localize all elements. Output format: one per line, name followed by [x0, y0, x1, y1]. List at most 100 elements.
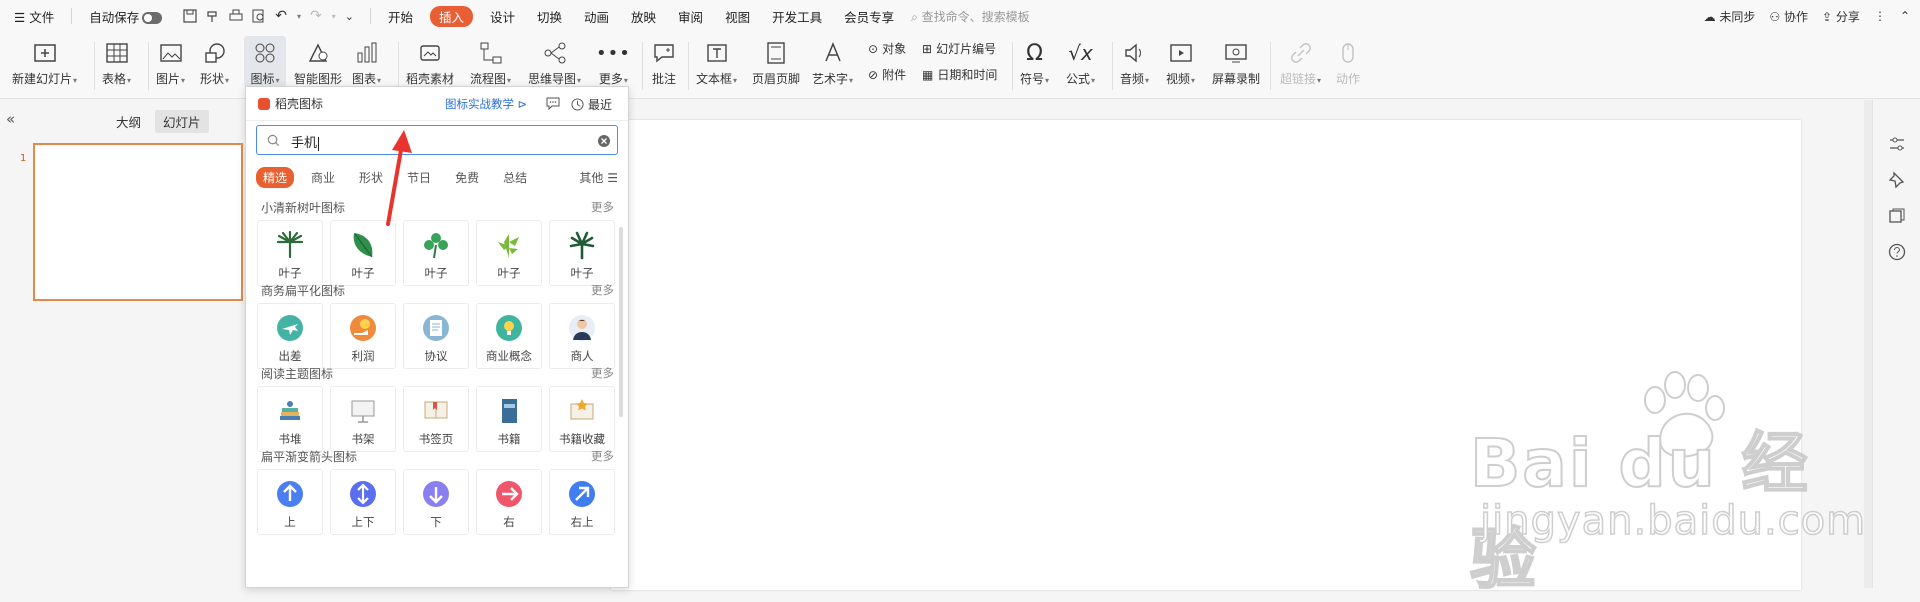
object-button[interactable]: ⊙ 对象 — [868, 40, 906, 57]
more-link[interactable]: 更多 — [591, 199, 614, 215]
icon-tile[interactable]: 书籍收藏 — [549, 386, 615, 452]
daoke-material-button[interactable]: 稻壳素材 — [406, 36, 454, 87]
icon-tile[interactable]: 书签页 — [403, 386, 469, 452]
tab-developer[interactable]: 开发工具 — [761, 7, 833, 26]
undo-icon[interactable]: ↶ — [275, 8, 287, 24]
tab-slideshow[interactable]: 放映 — [620, 7, 667, 26]
save-icon[interactable] — [183, 9, 197, 23]
icon-tile[interactable]: 书架 — [330, 386, 396, 452]
icon-tile[interactable]: 叶子 — [257, 220, 323, 286]
icon-tile[interactable]: 利润 — [330, 303, 396, 369]
print-preview-icon[interactable] — [252, 9, 266, 23]
icon-tile[interactable]: 叶子 — [330, 220, 396, 286]
icon-tile[interactable]: 协议 — [403, 303, 469, 369]
chevron-down-icon[interactable]: ▾ — [297, 12, 301, 21]
new-slide-button[interactable]: 新建幻灯片▾ — [12, 36, 77, 87]
picture-button[interactable]: 图片▾ — [156, 36, 185, 87]
command-search[interactable]: ⌕ 查找命令、搜索模板 — [911, 8, 1030, 25]
clover-icon — [420, 229, 452, 261]
smart-graphic-button[interactable]: 智能图形 — [294, 36, 342, 87]
icon-tile[interactable]: 叶子 — [403, 220, 469, 286]
collapse-ribbon-icon[interactable]: ⌃ — [1900, 9, 1910, 23]
icon-search-input[interactable]: 手机 — [256, 125, 618, 155]
panel-scrollbar[interactable] — [619, 227, 623, 417]
feedback-icon[interactable] — [546, 96, 560, 113]
pin-icon[interactable] — [1887, 170, 1907, 190]
canvas-scrollbar[interactable] — [1864, 100, 1872, 588]
sync-status[interactable]: ☁ 未同步 — [1704, 8, 1756, 25]
more-link[interactable]: 更多 — [591, 282, 614, 298]
textbox-button[interactable]: 文本框▾ — [696, 36, 737, 87]
tab-animation[interactable]: 动画 — [573, 7, 620, 26]
customize-chevron-icon[interactable]: ⌄ — [345, 10, 354, 23]
flowchart-button[interactable]: 流程图▾ — [470, 36, 511, 87]
date-time-button[interactable]: ▦ 日期和时间 — [922, 66, 997, 83]
attachment-button[interactable]: ⊘ 附件 — [868, 66, 906, 83]
tab-member[interactable]: 会员专享 — [833, 7, 905, 26]
icon-tile[interactable]: 下 — [403, 469, 469, 535]
collaborate-button[interactable]: ⚇ 协作 — [1769, 8, 1808, 25]
icon-tile[interactable]: 上 — [257, 469, 323, 535]
icon-tile[interactable]: 商业概念 — [476, 303, 542, 369]
tutorial-link[interactable]: 图标实战教学 ⊳ — [445, 96, 527, 112]
wordart-button[interactable]: 艺术字▾ — [812, 36, 853, 87]
icon-tile[interactable]: 上下 — [330, 469, 396, 535]
filter-featured[interactable]: 精选 — [256, 167, 295, 188]
help-icon[interactable] — [1887, 242, 1907, 262]
more-options-icon[interactable]: ⋮ — [1874, 9, 1886, 23]
more-link[interactable]: 更多 — [591, 365, 614, 381]
icon-tile[interactable]: 叶子 — [476, 220, 542, 286]
icon-tile[interactable]: 书籍 — [476, 386, 542, 452]
more-link[interactable]: 更多 — [591, 448, 614, 464]
tab-design[interactable]: 设计 — [479, 7, 526, 26]
shape-button[interactable]: 形状▾ — [200, 36, 229, 87]
copy-icon[interactable] — [1887, 206, 1907, 226]
table-button[interactable]: 表格▾ — [102, 36, 131, 87]
recent-button[interactable]: 最近 — [571, 96, 612, 113]
chart-button[interactable]: 图表▾ — [352, 36, 381, 87]
filter-summary[interactable]: 总结 — [496, 167, 534, 188]
clear-icon[interactable] — [597, 134, 611, 148]
chevron-down-icon: ▾ — [623, 76, 628, 85]
arrow-down-icon — [420, 478, 452, 510]
print-icon[interactable] — [229, 9, 243, 23]
tab-slides[interactable]: 幻灯片 — [155, 110, 209, 133]
comment-button[interactable]: 批注 — [652, 36, 676, 87]
header-footer-button[interactable]: 页眉页脚 — [752, 36, 800, 87]
tab-outline[interactable]: 大纲 — [108, 110, 149, 133]
filter-free[interactable]: 免费 — [448, 167, 486, 188]
tab-start[interactable]: 开始 — [377, 7, 424, 26]
filter-business[interactable]: 商业 — [304, 167, 342, 188]
icon-tile[interactable]: 出差 — [257, 303, 323, 369]
share-button[interactable]: ⇪ 分享 — [1822, 8, 1860, 25]
tab-transition[interactable]: 切换 — [526, 7, 573, 26]
slide-number-button[interactable]: ⊞ 幻灯片编号 — [922, 40, 996, 57]
video-button[interactable]: 视频▾ — [1166, 36, 1195, 87]
symbol-button[interactable]: Ω 符号▾ — [1020, 36, 1049, 87]
tab-review[interactable]: 审阅 — [667, 7, 714, 26]
tab-view[interactable]: 视图 — [714, 7, 761, 26]
file-menu[interactable]: ☰ 文件 — [0, 7, 65, 26]
autosave-toggle[interactable]: 自动保存 — [78, 7, 173, 26]
icon-tile[interactable]: 书堆 — [257, 386, 323, 452]
icon-tile[interactable]: 叶子 — [549, 220, 615, 286]
format-painter-icon[interactable] — [206, 9, 220, 23]
more-button[interactable]: ••• 更多▾ — [596, 36, 631, 87]
icon-tile[interactable]: 右 — [476, 469, 542, 535]
icon-button[interactable]: 图标▾ — [244, 36, 286, 87]
tab-insert[interactable]: 插入 — [429, 5, 473, 27]
icon-tile[interactable]: 右上 — [549, 469, 615, 535]
formula-button[interactable]: √x 公式▾ — [1066, 36, 1095, 87]
slide-canvas[interactable] — [611, 120, 1801, 590]
divider — [1012, 42, 1013, 90]
collapse-pane-icon[interactable]: « — [6, 110, 15, 128]
other-filters-button[interactable]: 其他 ☰ — [579, 169, 618, 186]
properties-icon[interactable] — [1887, 134, 1907, 154]
filter-holiday[interactable]: 节日 — [400, 167, 438, 188]
slide-thumbnail[interactable] — [33, 143, 243, 301]
icon-tile[interactable]: 商人 — [549, 303, 615, 369]
audio-button[interactable]: 音频▾ — [1120, 36, 1149, 87]
mindmap-button[interactable]: 思维导图▾ — [528, 36, 581, 87]
filter-shape[interactable]: 形状 — [352, 167, 390, 188]
screen-record-button[interactable]: 屏幕录制 — [1212, 36, 1260, 87]
